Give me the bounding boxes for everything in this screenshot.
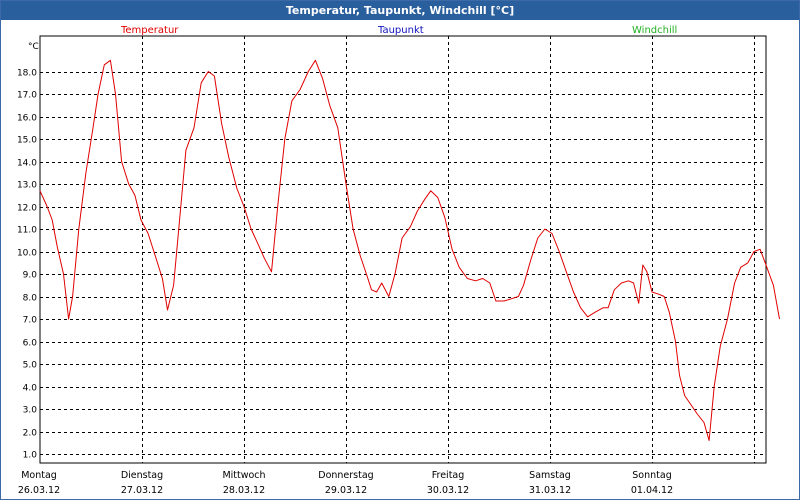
x-tick-date-label: 29.03.12 bbox=[325, 485, 367, 496]
y-tick-label: 6.0 bbox=[23, 339, 38, 349]
legend-windchill: Windchill bbox=[632, 25, 678, 36]
y-tick-label: 1.0 bbox=[23, 451, 38, 461]
y-tick-label: 17.0 bbox=[17, 91, 37, 101]
plot-area bbox=[39, 35, 767, 464]
x-tick-day-label: Dienstag bbox=[121, 470, 163, 481]
x-tick-date-label: 30.03.12 bbox=[427, 485, 469, 496]
y-tick-label: 9.0 bbox=[23, 271, 38, 281]
y-tick-label: 18.0 bbox=[17, 69, 37, 79]
x-tick-date-label: 01.04.12 bbox=[631, 485, 673, 496]
legend-taupunkt: Taupunkt bbox=[378, 25, 424, 36]
x-tick-date-label: 26.03.12 bbox=[18, 485, 60, 496]
y-tick-label: 5.0 bbox=[23, 361, 38, 371]
y-axis-ticks: 1.0 2.0 3.0 4.0 5.0 6.0 7.0 8.0 9.0 10.0 11.0 12.0 1… bbox=[17, 69, 37, 461]
y-tick-label: 2.0 bbox=[23, 429, 38, 439]
y-tick-label: 13.0 bbox=[17, 181, 37, 191]
x-tick-day-label: Montag bbox=[21, 470, 57, 481]
y-tick-label: 14.0 bbox=[17, 159, 37, 169]
y-axis-unit: °C bbox=[28, 42, 39, 52]
x-tick-day-label: Donnerstag bbox=[318, 470, 373, 481]
y-tick-label: 12.0 bbox=[17, 204, 37, 214]
x-tick-day-label: Samstag bbox=[529, 470, 571, 481]
x-tick-day-label: Mittwoch bbox=[222, 470, 265, 481]
legend-temperatur: Temperatur bbox=[121, 25, 179, 36]
y-tick-label: 10.0 bbox=[17, 249, 37, 259]
x-tick-day-label: Sonntag bbox=[632, 470, 671, 481]
y-tick-label: 8.0 bbox=[23, 294, 38, 304]
x-tick-day-label: Freitag bbox=[432, 470, 465, 481]
x-tick-date-label: 27.03.12 bbox=[121, 485, 163, 496]
y-tick-label: 15.0 bbox=[17, 136, 37, 146]
x-tick-date-label: 28.03.12 bbox=[223, 485, 265, 496]
x-tick-date-label: 31.03.12 bbox=[529, 485, 571, 496]
y-tick-label: 4.0 bbox=[23, 384, 38, 394]
y-tick-label: 3.0 bbox=[23, 406, 38, 416]
x-axis-ticks: Montag 26.03.12 Dienstag 27.03.12 Mittwoch 28… bbox=[18, 470, 673, 496]
y-tick-label: 16.0 bbox=[17, 114, 37, 124]
y-tick-label: 7.0 bbox=[23, 316, 38, 326]
y-tick-label: 11.0 bbox=[17, 226, 37, 236]
chart-svg: 1.0 2.0 3.0 4.0 5.0 6.0 7.0 8.0 9.0 10.0 11.0 12.0 1… bbox=[17, 35, 780, 496]
chart-window: Temperatur, Taupunkt, Windchill [°C] 1.0… bbox=[0, 0, 800, 500]
